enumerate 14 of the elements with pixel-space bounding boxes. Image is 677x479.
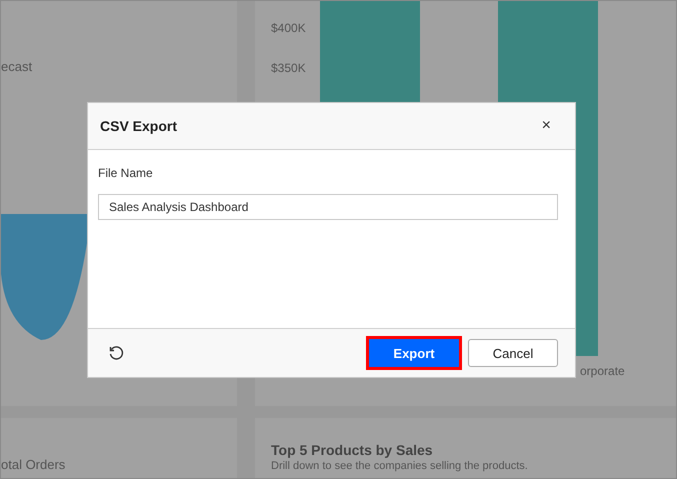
close-button[interactable]: × (538, 117, 555, 135)
axis-label: $400K (271, 21, 307, 35)
file-name-field[interactable]: Sales Analysis Dashboard (98, 194, 558, 220)
axis-label: orporate (580, 364, 625, 378)
dialog-title: CSV Export (100, 118, 178, 134)
panel-title: ecast (1, 59, 34, 74)
cancel-button[interactable]: Cancel (468, 339, 558, 367)
panel-title: Top 5 Products by Sales (271, 442, 434, 458)
reset-icon[interactable] (108, 345, 124, 361)
export-button[interactable]: Export (369, 339, 459, 367)
panel-title: otal Orders (1, 457, 66, 472)
axis-label: $350K (271, 61, 307, 75)
field-label: File Name (98, 166, 154, 180)
panel-subtitle: Drill down to see the companies selling the products. (271, 460, 529, 472)
